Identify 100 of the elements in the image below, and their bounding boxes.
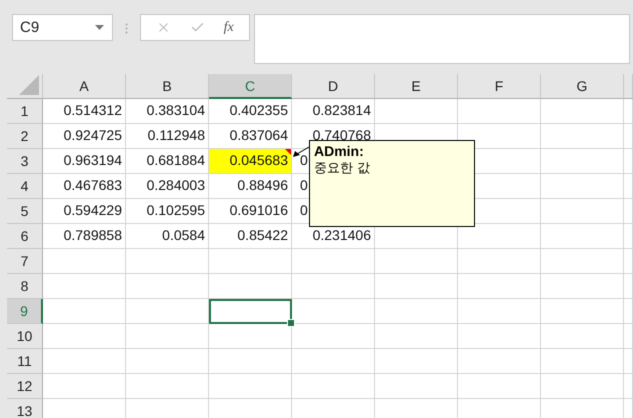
table-cell[interactable] — [458, 249, 541, 274]
table-cell[interactable] — [541, 99, 624, 124]
table-cell[interactable]: 0.231406 — [292, 224, 375, 249]
table-cell[interactable]: 0.924725 — [43, 124, 126, 149]
table-cell[interactable] — [541, 149, 624, 174]
table-cell[interactable] — [541, 224, 624, 249]
table-cell[interactable]: 0.837064 — [209, 124, 292, 149]
table-cell[interactable] — [624, 149, 633, 174]
table-cell[interactable] — [43, 299, 126, 324]
table-cell[interactable] — [292, 299, 375, 324]
table-cell[interactable] — [209, 299, 292, 324]
table-cell[interactable] — [541, 399, 624, 418]
table-cell[interactable]: 0.594229 — [43, 199, 126, 224]
table-cell[interactable] — [292, 249, 375, 274]
table-cell[interactable]: 0.691016 — [209, 199, 292, 224]
table-cell[interactable] — [126, 249, 209, 274]
row-header[interactable]: 4 — [7, 174, 43, 199]
table-cell[interactable] — [624, 349, 633, 374]
column-header[interactable]: B — [126, 74, 209, 99]
table-cell[interactable]: 0.85422 — [209, 224, 292, 249]
table-cell[interactable]: 0.681884 — [126, 149, 209, 174]
table-cell[interactable] — [458, 374, 541, 399]
table-cell[interactable] — [43, 274, 126, 299]
table-cell[interactable] — [458, 324, 541, 349]
formula-input[interactable] — [254, 14, 630, 64]
table-cell[interactable] — [624, 224, 633, 249]
table-cell[interactable] — [43, 324, 126, 349]
row-header[interactable]: 5 — [7, 199, 43, 224]
table-cell[interactable] — [292, 374, 375, 399]
table-cell[interactable] — [292, 349, 375, 374]
name-box[interactable]: C9 — [12, 14, 113, 41]
table-cell[interactable] — [541, 324, 624, 349]
table-cell[interactable] — [209, 374, 292, 399]
table-cell[interactable]: 0.963194 — [43, 149, 126, 174]
table-cell[interactable]: 0.789858 — [43, 224, 126, 249]
table-cell[interactable] — [458, 299, 541, 324]
table-cell[interactable] — [209, 399, 292, 418]
column-header[interactable]: F — [458, 74, 541, 99]
table-cell[interactable] — [375, 274, 458, 299]
table-cell[interactable] — [126, 324, 209, 349]
table-cell[interactable] — [624, 399, 633, 418]
table-cell[interactable] — [375, 249, 458, 274]
table-cell[interactable] — [541, 249, 624, 274]
row-header[interactable]: 9 — [7, 299, 43, 324]
table-cell[interactable] — [43, 249, 126, 274]
table-cell[interactable] — [624, 374, 633, 399]
table-cell[interactable] — [375, 349, 458, 374]
table-cell[interactable] — [292, 399, 375, 418]
table-cell[interactable] — [126, 374, 209, 399]
table-cell[interactable] — [458, 274, 541, 299]
table-cell[interactable]: 0.514312 — [43, 99, 126, 124]
row-header[interactable]: 1 — [7, 99, 43, 124]
row-header[interactable]: 3 — [7, 149, 43, 174]
table-cell[interactable] — [375, 299, 458, 324]
table-cell[interactable] — [209, 324, 292, 349]
table-cell[interactable]: 0.402355 — [209, 99, 292, 124]
table-cell[interactable] — [209, 274, 292, 299]
table-cell[interactable] — [541, 299, 624, 324]
table-cell[interactable] — [375, 399, 458, 418]
column-header[interactable] — [624, 74, 633, 99]
table-cell[interactable] — [126, 299, 209, 324]
table-cell[interactable] — [292, 274, 375, 299]
table-cell[interactable]: 0.284003 — [126, 174, 209, 199]
table-cell[interactable] — [126, 399, 209, 418]
column-header[interactable]: C — [209, 74, 292, 99]
table-cell[interactable] — [375, 99, 458, 124]
table-cell[interactable] — [624, 324, 633, 349]
table-cell[interactable] — [541, 374, 624, 399]
table-cell[interactable] — [209, 349, 292, 374]
table-cell[interactable]: 0.102595 — [126, 199, 209, 224]
table-cell[interactable] — [624, 299, 633, 324]
table-cell[interactable] — [624, 124, 633, 149]
column-header[interactable]: A — [43, 74, 126, 99]
table-cell[interactable]: 0.467683 — [43, 174, 126, 199]
table-cell[interactable] — [43, 349, 126, 374]
table-cell[interactable] — [541, 174, 624, 199]
row-header[interactable]: 12 — [7, 374, 43, 399]
table-cell[interactable] — [458, 349, 541, 374]
table-cell[interactable] — [43, 399, 126, 418]
table-cell[interactable] — [209, 249, 292, 274]
table-cell[interactable]: 0.383104 — [126, 99, 209, 124]
drag-handle-icon[interactable] — [125, 23, 128, 34]
table-cell[interactable] — [624, 99, 633, 124]
table-cell[interactable]: 0.045683 — [209, 149, 292, 174]
row-header[interactable]: 11 — [7, 349, 43, 374]
table-cell[interactable]: 0.112948 — [126, 124, 209, 149]
table-cell[interactable] — [458, 99, 541, 124]
table-cell[interactable] — [541, 274, 624, 299]
fill-handle[interactable] — [287, 319, 295, 327]
row-header[interactable]: 7 — [7, 249, 43, 274]
column-header[interactable]: G — [541, 74, 624, 99]
insert-function-button[interactable]: fx — [224, 20, 234, 36]
row-header[interactable]: 8 — [7, 274, 43, 299]
caret-down-icon[interactable] — [95, 25, 104, 30]
table-cell[interactable] — [458, 399, 541, 418]
table-cell[interactable] — [43, 374, 126, 399]
table-cell[interactable] — [126, 274, 209, 299]
table-cell[interactable] — [624, 199, 633, 224]
row-header[interactable]: 6 — [7, 224, 43, 249]
table-cell[interactable] — [375, 324, 458, 349]
